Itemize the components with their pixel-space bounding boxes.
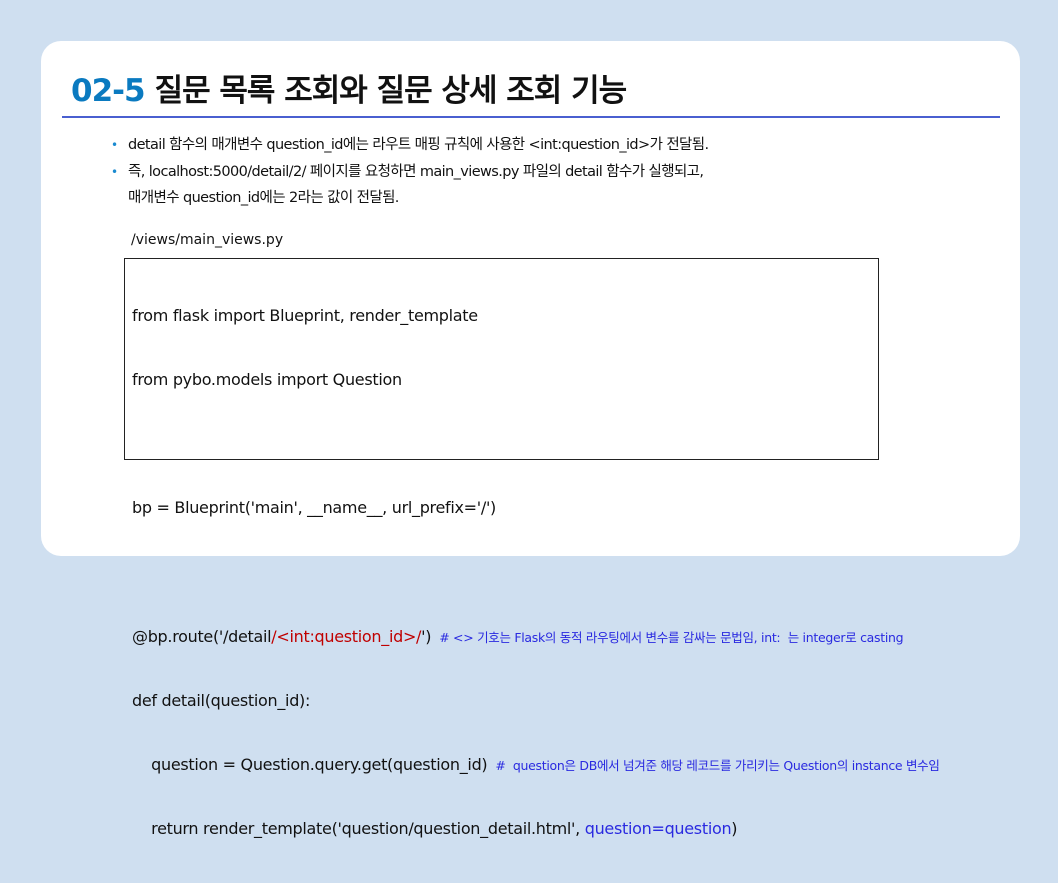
- code-line: return render_template('question/questio…: [132, 818, 878, 839]
- code-text: '): [421, 626, 432, 646]
- code-comment: # <> 기호는 Flask의 동적 라우팅에서 변수를 감싸는 문법임, in…: [439, 629, 904, 645]
- bullet-text: 즉, localhost:5000/detail/2/ 페이지를 요청하면 ma…: [128, 163, 704, 180]
- code-line: @bp.route('/detail/<int:question_id>/') #…: [132, 626, 904, 647]
- bullet-item: • 즉, localhost:5000/detail/2/ 페이지를 요청하면 m…: [111, 159, 709, 212]
- code-line: def detail(question_id):: [132, 691, 311, 711]
- code-comment: # question은 DB에서 넘겨준 해당 레코드를 가리키는 Questi…: [495, 758, 940, 774]
- code-text: @bp.route('/detail: [132, 626, 272, 646]
- bullet-text: detail 함수의 매개변수 question_id에는 라우트 매핑 규칙에…: [128, 137, 709, 153]
- bullet-dot-icon: •: [111, 138, 118, 152]
- code-text: ): [731, 819, 738, 839]
- code-line: from pybo.models import Question: [132, 370, 402, 390]
- code-line: from flask import Blueprint, render_temp…: [132, 305, 478, 325]
- section-number: 02-5: [71, 73, 146, 109]
- code-text: question = Question.query.get(question_i…: [132, 755, 488, 775]
- slide-title: 02-5 질문 목록 조회와 질문 상세 조회 기능: [71, 65, 628, 110]
- file-path-label: /views/main_views.py: [131, 232, 284, 248]
- bullet-dot-icon: •: [111, 164, 118, 179]
- title-divider: [62, 116, 1000, 118]
- code-block: from flask import Blueprint, render_temp…: [124, 258, 940, 838]
- bullet-text-continued: 매개변수 question_id에는 2라는 값이 전달됨.: [128, 190, 399, 206]
- code-line: question = Question.query.get(question_i…: [132, 754, 940, 775]
- bullet-item: • detail 함수의 매개변수 question_id에는 라우트 매핑 규칙…: [111, 132, 709, 159]
- keyword-argument-highlight: question=question: [584, 819, 732, 839]
- title-text: 질문 목록 조회와 질문 상세 조회 기능: [154, 73, 628, 109]
- route-parameter-highlight: /<int:question_id>/: [271, 626, 422, 646]
- code-line: bp = Blueprint('main', __name__, url_pre…: [132, 498, 496, 518]
- code-text: return render_template('question/questio…: [132, 819, 585, 839]
- bullet-list: • detail 함수의 매개변수 question_id에는 라우트 매핑 규칙…: [111, 132, 709, 212]
- slide: 02-5 질문 목록 조회와 질문 상세 조회 기능 • detail 함수의 매개…: [41, 41, 1020, 838]
